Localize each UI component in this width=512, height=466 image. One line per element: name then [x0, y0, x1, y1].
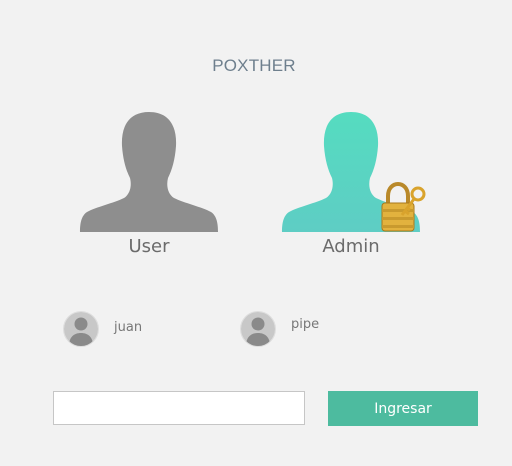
padlock-with-key-icon: [381, 182, 426, 232]
account-name: pipe: [291, 317, 320, 332]
role-user-card[interactable]: User: [74, 108, 224, 268]
ingresar-button[interactable]: Ingresar: [328, 391, 478, 426]
user-avatar-icon: [240, 311, 276, 347]
user-silhouette-icon: [80, 112, 218, 232]
role-admin-label: Admin: [322, 236, 380, 257]
password-input[interactable]: [53, 391, 305, 425]
role-admin-card[interactable]: Admin: [276, 108, 426, 268]
account-name: juan: [114, 320, 143, 335]
app-title: POXTHER: [212, 56, 296, 75]
user-avatar-icon: [63, 311, 99, 347]
role-user-label: User: [128, 236, 170, 257]
